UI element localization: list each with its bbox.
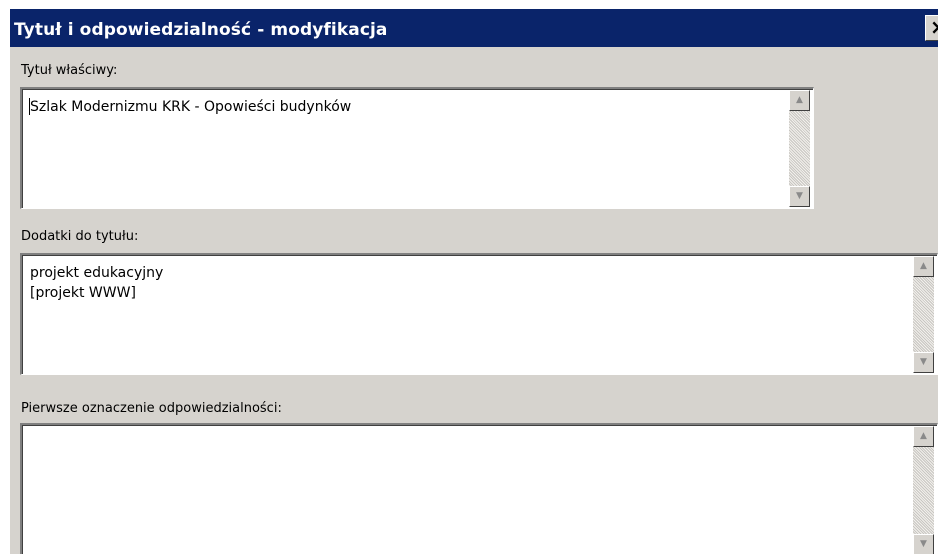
- scroll-up-button[interactable]: ▲: [913, 256, 934, 277]
- close-button[interactable]: ×: [925, 15, 938, 41]
- scroll-up-button[interactable]: ▲: [913, 426, 934, 447]
- title-proper-label: Tytuł właściwy:: [21, 63, 118, 78]
- dialog-window: Tytuł i odpowiedzialność - modyfikacja ×…: [9, 8, 938, 554]
- subtitle-textarea[interactable]: projekt edukacyjny [projekt WWW] ▲ ▼: [20, 253, 938, 375]
- window-title: Tytuł i odpowiedzialność - modyfikacja: [14, 20, 388, 40]
- scroll-up-button[interactable]: ▲: [789, 90, 810, 111]
- scroll-down-button[interactable]: ▼: [789, 186, 810, 207]
- responsibility-label: Pierwsze oznaczenie odpowiedzialności:: [21, 401, 282, 416]
- responsibility-textarea[interactable]: ▲ ▼: [20, 423, 938, 554]
- scroll-down-button[interactable]: ▼: [913, 352, 934, 373]
- title-proper-textarea[interactable]: Szlak Modernizmu KRK - Opowieści budynkó…: [20, 87, 814, 209]
- close-icon: ×: [930, 15, 938, 39]
- vertical-scrollbar[interactable]: ▲ ▼: [913, 426, 934, 554]
- vertical-scrollbar[interactable]: ▲ ▼: [789, 90, 810, 207]
- title-bar[interactable]: Tytuł i odpowiedzialność - modyfikacja ×: [10, 9, 938, 47]
- title-proper-value: Szlak Modernizmu KRK - Opowieści budynkó…: [30, 99, 352, 115]
- arrow-down-icon: ▼: [796, 191, 803, 201]
- vertical-scrollbar[interactable]: ▲ ▼: [913, 256, 934, 373]
- arrow-up-icon: ▲: [920, 431, 927, 441]
- scroll-down-button[interactable]: ▼: [913, 534, 934, 554]
- arrow-down-icon: ▼: [920, 357, 927, 367]
- subtitle-value: projekt edukacyjny [projekt WWW]: [30, 265, 164, 301]
- subtitle-label: Dodatki do tytułu:: [21, 229, 139, 244]
- arrow-up-icon: ▲: [920, 261, 927, 271]
- arrow-down-icon: ▼: [920, 539, 927, 549]
- arrow-up-icon: ▲: [796, 95, 803, 105]
